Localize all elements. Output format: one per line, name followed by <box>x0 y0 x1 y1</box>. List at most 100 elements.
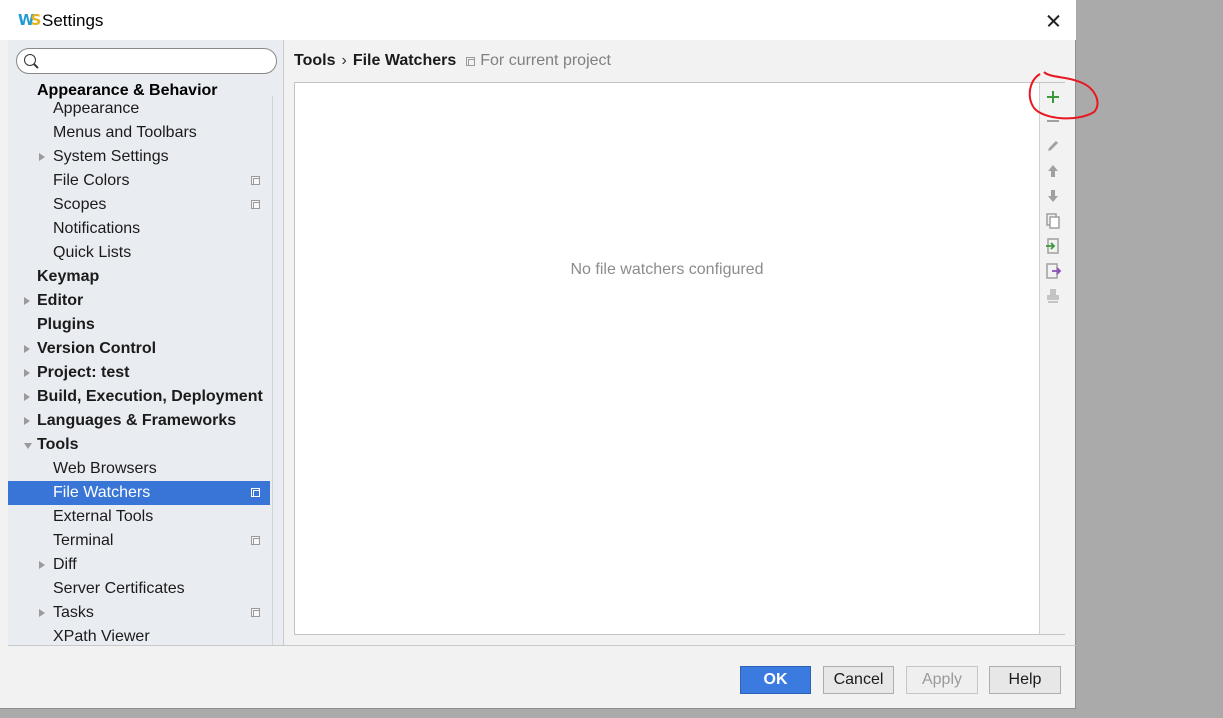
tree-item-label: System Settings <box>53 148 169 165</box>
tree-item[interactable]: Scopes <box>8 193 270 217</box>
collapsed-arrow-icon[interactable] <box>24 393 30 401</box>
export-button[interactable] <box>1043 261 1063 281</box>
breadcrumb-current: File Watchers <box>352 52 457 69</box>
edit-button[interactable] <box>1043 136 1063 156</box>
search-field[interactable] <box>16 48 277 74</box>
sticky-group-header[interactable]: Appearance & Behavior <box>8 80 270 102</box>
edit-icon <box>1048 141 1058 151</box>
tree-item[interactable]: Tasks <box>8 601 270 625</box>
tree-item-label: Terminal <box>53 532 114 549</box>
copy-button[interactable] <box>1043 211 1063 231</box>
tree-item[interactable]: Version Control <box>8 337 270 361</box>
tree-item[interactable]: XPath Viewer <box>8 625 270 645</box>
tree-item[interactable]: System Settings <box>8 145 270 169</box>
breadcrumb-parent[interactable]: Tools <box>294 52 335 69</box>
close-button[interactable] <box>1036 6 1070 36</box>
tree-item[interactable]: Build, Execution, Deployment <box>8 385 270 409</box>
webstorm-logo-icon: WS <box>18 11 42 29</box>
tree-item-label: Quick Lists <box>53 244 132 261</box>
tree-item[interactable]: Project: test <box>8 361 270 385</box>
window-title: Settings <box>42 11 104 30</box>
list-toolbar <box>1039 83 1065 634</box>
breadcrumb: Tools › File Watchers For current project <box>294 52 611 72</box>
scope-note: For current project <box>480 52 611 69</box>
move-down-button[interactable] <box>1043 186 1063 206</box>
cancel-button[interactable]: Cancel <box>823 666 894 694</box>
tree-item-label: Tasks <box>53 604 94 621</box>
ok-button[interactable]: OK <box>740 666 811 694</box>
tree-item-label: Version Control <box>37 340 157 357</box>
title-bar: WS Settings <box>0 0 1076 40</box>
tree-item[interactable]: Editor <box>8 289 270 313</box>
tree-item[interactable]: File Watchers <box>8 481 270 505</box>
stamp-button[interactable] <box>1043 286 1063 306</box>
tree-item-label: Keymap <box>37 268 100 285</box>
breadcrumb-separator: › <box>341 52 347 69</box>
tree-item[interactable]: Notifications <box>8 217 270 241</box>
tree-item-label: File Watchers <box>53 484 151 501</box>
collapsed-arrow-icon[interactable] <box>24 297 30 305</box>
tree-item[interactable]: Terminal <box>8 529 270 553</box>
stamp-icon <box>1047 289 1059 303</box>
tree-item-label: Server Certificates <box>53 580 185 597</box>
import-button[interactable] <box>1043 236 1063 256</box>
collapsed-arrow-icon[interactable] <box>39 609 45 617</box>
tree-item[interactable]: Diff <box>8 553 270 577</box>
tree-item-label: Notifications <box>53 220 141 237</box>
tree-item[interactable]: Keymap <box>8 265 270 289</box>
apply-button[interactable]: Apply <box>906 666 978 694</box>
collapsed-arrow-icon[interactable] <box>39 561 45 569</box>
settings-tree: Appearance Menus and Toolbars System Setti… <box>8 80 270 645</box>
tree-item-label: External Tools <box>53 508 154 525</box>
collapsed-arrow-icon[interactable] <box>39 153 45 161</box>
footer-divider <box>8 645 1076 646</box>
tree-item-label: Build, Execution, Deployment <box>37 388 263 405</box>
tree-item-label: Plugins <box>37 316 95 333</box>
tree-item-label: Languages & Frameworks <box>37 412 237 429</box>
project-scope-icon <box>251 488 260 497</box>
move-up-button[interactable] <box>1043 161 1063 181</box>
tree-item[interactable]: Plugins <box>8 313 270 337</box>
settings-sidebar: Appearance Menus and Toolbars System Setti… <box>8 40 284 645</box>
project-scope-icon <box>251 176 260 185</box>
collapsed-arrow-icon[interactable] <box>24 369 30 377</box>
tree-item[interactable]: Web Browsers <box>8 457 270 481</box>
tree-item[interactable]: Menus and Toolbars <box>8 121 270 145</box>
import-icon <box>1046 238 1059 254</box>
file-watchers-list[interactable]: No file watchers configured <box>294 82 1065 635</box>
tree-item-label: Tools <box>37 436 79 453</box>
add-icon <box>1047 91 1059 103</box>
add-button[interactable] <box>1043 87 1063 107</box>
empty-state-text: No file watchers configured <box>570 261 764 278</box>
help-button[interactable]: Help <box>989 666 1061 694</box>
tree-item-label: Menus and Toolbars <box>53 124 197 141</box>
tree-item[interactable]: Quick Lists <box>8 241 270 265</box>
expanded-arrow-icon[interactable] <box>24 443 32 449</box>
collapsed-arrow-icon[interactable] <box>24 345 30 353</box>
collapsed-arrow-icon[interactable] <box>24 417 30 425</box>
tree-item[interactable]: Server Certificates <box>8 577 270 601</box>
tree-item[interactable]: Tools <box>8 433 270 457</box>
project-scope-icon <box>466 56 476 66</box>
tree-item[interactable]: External Tools <box>8 505 270 529</box>
settings-dialog: WS Settings Appearance Menus and Toolbars… <box>0 0 1076 709</box>
tree-scrollbar[interactable] <box>272 96 280 645</box>
tree-item-label: Diff <box>53 556 77 573</box>
tree-item-label: Project: test <box>37 364 130 381</box>
move-up-icon <box>1048 165 1058 177</box>
tree-item[interactable]: Languages & Frameworks <box>8 409 270 433</box>
tree-item-label: Scopes <box>53 196 107 213</box>
tree-item-label: XPath Viewer <box>53 628 150 645</box>
tree-item-label: Editor <box>37 292 84 309</box>
project-scope-icon <box>251 608 260 617</box>
tree-item-label: File Colors <box>53 172 130 189</box>
remove-icon <box>1047 120 1059 122</box>
move-down-icon <box>1048 190 1058 202</box>
remove-button[interactable] <box>1043 111 1063 131</box>
copy-icon <box>1046 213 1060 229</box>
group-header-label: Appearance & Behavior <box>37 82 218 99</box>
project-scope-icon <box>251 536 260 545</box>
tree-item[interactable]: File Colors <box>8 169 270 193</box>
export-icon <box>1046 263 1062 279</box>
search-input[interactable] <box>41 51 271 71</box>
